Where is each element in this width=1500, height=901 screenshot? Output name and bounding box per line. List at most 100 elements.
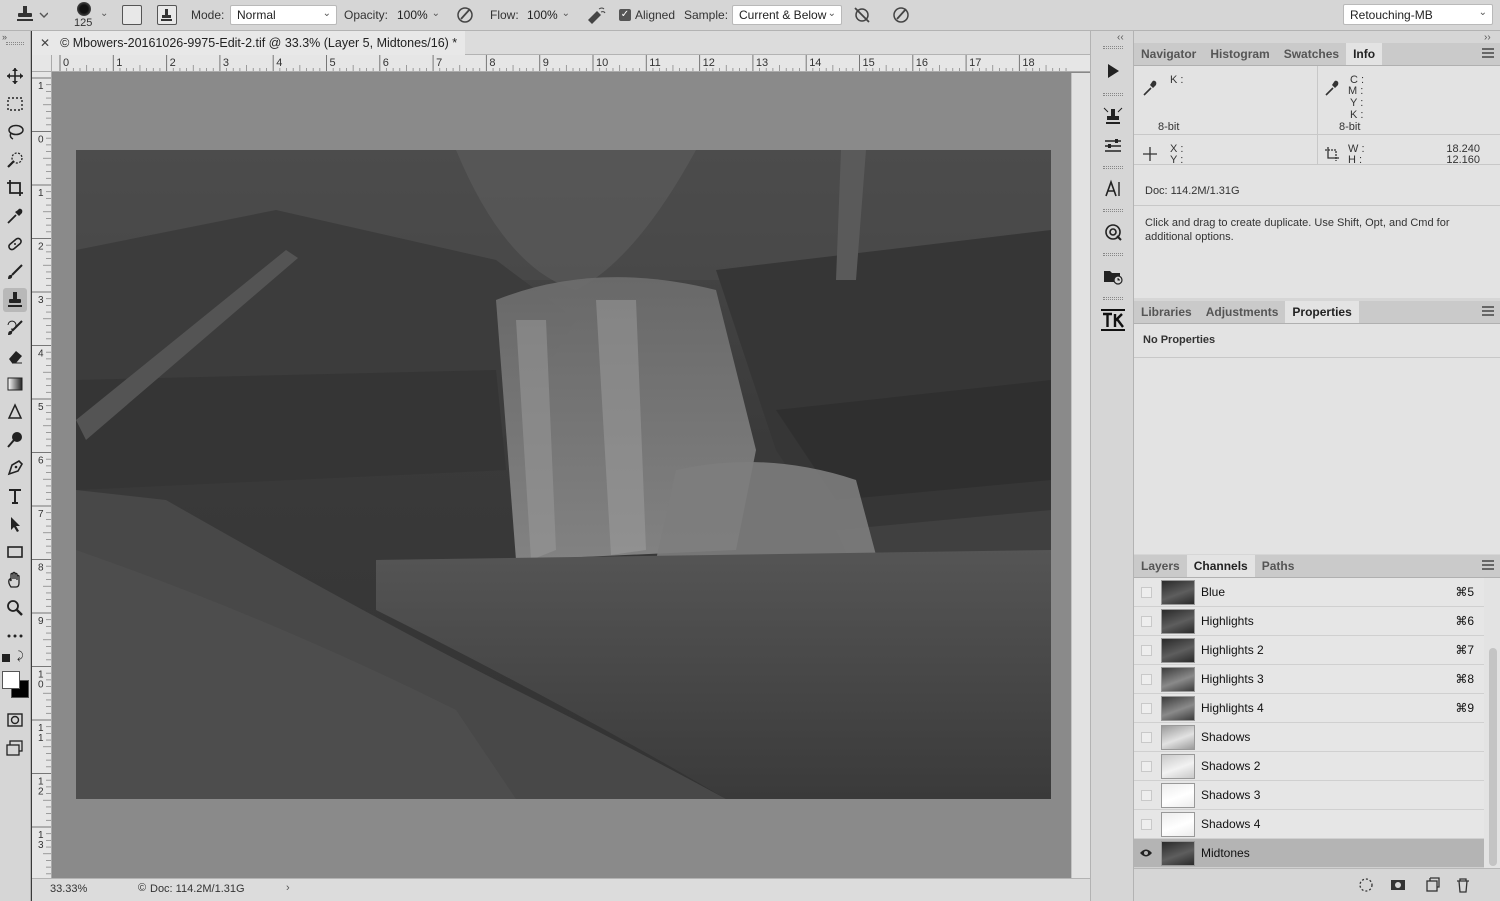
tab-properties[interactable]: Properties: [1285, 301, 1359, 323]
character-panel-icon[interactable]: [1099, 175, 1127, 203]
horizontal-ruler[interactable]: 0 1 2 3 4 5 6 7 8 9 10 11 12 13 14 15 16 17 18: [52, 55, 1090, 72]
load-channel-as-selection-icon[interactable]: [1358, 877, 1374, 896]
toolbar-grip[interactable]: [6, 42, 24, 45]
more-tools-icon[interactable]: [3, 624, 27, 648]
dock-grip[interactable]: [1103, 253, 1123, 256]
type-tool-icon[interactable]: [3, 484, 27, 508]
visibility-toggle[interactable]: [1134, 578, 1158, 607]
channels-scrollbar[interactable]: [1486, 578, 1500, 868]
scroll-thumb[interactable]: [1489, 648, 1497, 866]
tab-histogram[interactable]: Histogram: [1203, 43, 1276, 65]
foreground-color-swatch[interactable]: [2, 671, 20, 689]
clone-stamp-tool-icon[interactable]: [3, 288, 27, 312]
photo-image[interactable]: [76, 150, 1051, 799]
swap-colors-icon[interactable]: ⤸: [17, 650, 24, 663]
new-channel-icon[interactable]: [1424, 877, 1440, 896]
channel-row[interactable]: Highlights 3 ⌘8: [1134, 665, 1484, 694]
actions-play-icon[interactable]: [1099, 57, 1127, 85]
collapse-dock-icon[interactable]: ‹‹: [1117, 32, 1124, 43]
visibility-toggle[interactable]: [1134, 665, 1158, 694]
visibility-toggle[interactable]: [1134, 636, 1158, 665]
collapse-right-dock-icon[interactable]: ››: [1484, 32, 1491, 43]
canvas-area[interactable]: [53, 73, 1071, 878]
tab-adjustments[interactable]: Adjustments: [1199, 301, 1286, 323]
gradient-tool-icon[interactable]: [3, 372, 27, 396]
flow-field[interactable]: 100% ⌄: [520, 5, 576, 25]
channel-row[interactable]: Shadows 4: [1134, 810, 1484, 839]
dock-grip[interactable]: [1103, 297, 1123, 300]
folder-clock-icon[interactable]: [1099, 262, 1127, 290]
zoom-tool-icon[interactable]: [3, 596, 27, 620]
zoom-level[interactable]: 33.33%: [50, 883, 87, 895]
dock-grip[interactable]: [1103, 46, 1123, 49]
channel-row[interactable]: Shadows 2: [1134, 752, 1484, 781]
pressure-size-icon[interactable]: [891, 5, 911, 25]
tab-layers[interactable]: Layers: [1134, 555, 1187, 577]
status-menu-arrow-icon[interactable]: ›: [286, 882, 290, 894]
toggle-clone-source-panel-icon[interactable]: [157, 5, 177, 25]
panel-menu-icon[interactable]: [1482, 560, 1494, 570]
collapse-toolbar-icon[interactable]: »: [2, 32, 7, 42]
channel-row[interactable]: Highlights ⌘6: [1134, 607, 1484, 636]
marquee-tool-icon[interactable]: [3, 92, 27, 116]
sample-dropdown[interactable]: Current & Below ⌄: [732, 5, 842, 25]
crop-tool-icon[interactable]: [3, 176, 27, 200]
visibility-toggle[interactable]: [1134, 781, 1158, 810]
tab-info[interactable]: Info: [1346, 43, 1383, 65]
clone-source-icon[interactable]: [1099, 102, 1127, 130]
tab-swatches[interactable]: Swatches: [1277, 43, 1346, 65]
eraser-tool-icon[interactable]: [3, 344, 27, 368]
channel-row[interactable]: Shadows: [1134, 723, 1484, 752]
ruler-origin[interactable]: [32, 55, 52, 72]
channel-row[interactable]: Midtones: [1134, 839, 1484, 868]
ignore-adjustment-layers-icon[interactable]: [852, 5, 872, 25]
quick-selection-tool-icon[interactable]: [3, 148, 27, 172]
vertical-scrollbar[interactable]: [1071, 73, 1090, 878]
delete-channel-icon[interactable]: [1455, 877, 1471, 896]
close-icon[interactable]: ✕: [40, 36, 50, 50]
visibility-toggle[interactable]: [1134, 810, 1158, 839]
hand-tool-icon[interactable]: [3, 568, 27, 592]
document-tab[interactable]: ✕ © Mbowers-20161026-9975-Edit-2.tif @ 3…: [32, 30, 466, 55]
channel-row[interactable]: Highlights 4 ⌘9: [1134, 694, 1484, 723]
mode-dropdown[interactable]: Normal ⌄: [230, 5, 337, 25]
vertical-ruler[interactable]: 1012345678910111213: [32, 72, 52, 878]
brush-preset-picker[interactable]: 125 ⌄: [70, 0, 112, 31]
healing-brush-tool-icon[interactable]: [3, 232, 27, 256]
dock-grip[interactable]: [1103, 166, 1123, 169]
toggle-brush-panel-icon[interactable]: [122, 5, 142, 25]
dock-grip[interactable]: [1103, 93, 1123, 96]
visibility-eye-icon[interactable]: [1134, 839, 1158, 868]
plugin-panel-icon[interactable]: [1099, 218, 1127, 246]
path-selection-tool-icon[interactable]: [3, 512, 27, 536]
airbrush-icon[interactable]: [585, 5, 607, 25]
opacity-field[interactable]: 100% ⌄: [390, 5, 446, 25]
default-colors-icon[interactable]: [2, 654, 10, 662]
clone-stamp-tool-preset-icon[interactable]: [14, 5, 48, 25]
visibility-toggle[interactable]: [1134, 723, 1158, 752]
pressure-opacity-icon[interactable]: [455, 5, 475, 25]
save-selection-as-channel-icon[interactable]: [1390, 877, 1406, 896]
panel-menu-icon[interactable]: [1482, 48, 1494, 58]
tk-panel-icon[interactable]: [1099, 306, 1127, 334]
eyedropper-tool-icon[interactable]: [3, 204, 27, 228]
history-brush-tool-icon[interactable]: [3, 316, 27, 340]
visibility-toggle[interactable]: [1134, 607, 1158, 636]
brush-tool-icon[interactable]: [3, 260, 27, 284]
visibility-toggle[interactable]: [1134, 752, 1158, 781]
pen-tool-icon[interactable]: [3, 456, 27, 480]
dodge-tool-icon[interactable]: [3, 428, 27, 452]
workspace-switcher[interactable]: Retouching-MB ⌄: [1343, 4, 1493, 25]
rectangle-tool-icon[interactable]: [3, 540, 27, 564]
tab-channels[interactable]: Channels: [1186, 555, 1255, 577]
channel-row[interactable]: Shadows 3: [1134, 781, 1484, 810]
move-tool-icon[interactable]: [3, 64, 27, 88]
lasso-tool-icon[interactable]: [3, 120, 27, 144]
channel-row[interactable]: Highlights 2 ⌘7: [1134, 636, 1484, 665]
blur-tool-icon[interactable]: [3, 400, 27, 424]
tab-libraries[interactable]: Libraries: [1134, 301, 1199, 323]
quick-mask-icon[interactable]: [3, 708, 27, 732]
channel-row[interactable]: Blue ⌘5: [1134, 578, 1484, 607]
aligned-checkbox[interactable]: ✓: [619, 9, 631, 21]
screen-mode-icon[interactable]: [3, 736, 27, 760]
